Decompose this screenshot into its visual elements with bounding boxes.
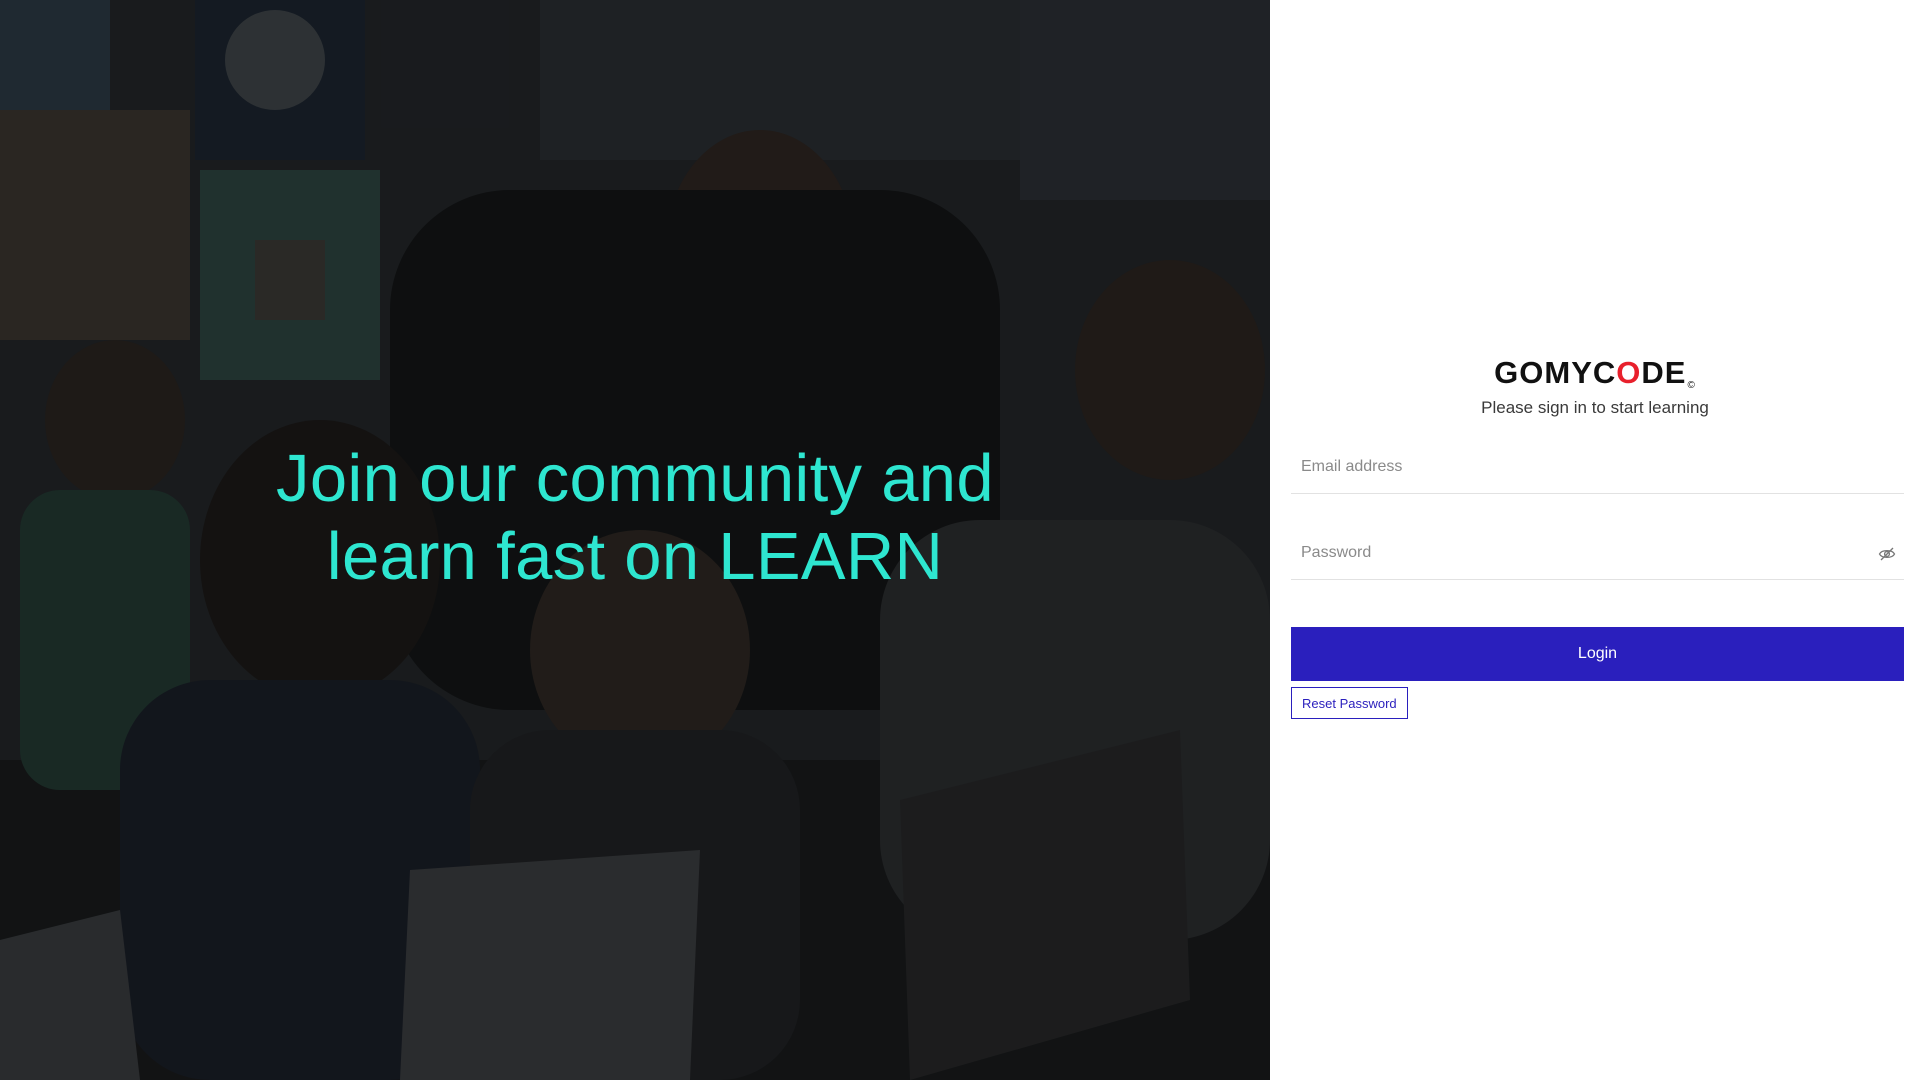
- logo-text-part1: GOMYC: [1494, 355, 1617, 390]
- login-subtitle: Please sign in to start learning: [1481, 398, 1709, 417]
- logo-text-part2: DE: [1641, 355, 1687, 390]
- eye-off-icon[interactable]: [1878, 545, 1896, 563]
- login-button[interactable]: Login: [1291, 627, 1904, 681]
- hero-panel: Join our community and learn fast on LEA…: [0, 0, 1270, 1080]
- email-field-wrapper: [1291, 443, 1904, 494]
- reset-password-button[interactable]: Reset Password: [1291, 687, 1408, 719]
- login-page: Join our community and learn fast on LEA…: [0, 0, 1920, 1080]
- hero-headline: Join our community and learn fast on LEA…: [180, 440, 1090, 596]
- gomycode-logo: GOMYCODE©: [1270, 355, 1920, 391]
- login-panel: GOMYCODE© Please sign in to start learni…: [1270, 0, 1920, 1080]
- logo-registered-mark: ©: [1687, 380, 1696, 391]
- email-input[interactable]: [1291, 443, 1871, 491]
- password-field-wrapper: [1291, 529, 1904, 580]
- hero-headline-line1: Join our community and: [276, 441, 994, 516]
- password-input[interactable]: [1291, 529, 1871, 577]
- hero-headline-line2: learn fast on LEARN: [326, 519, 944, 594]
- logo-accent-o: O: [1616, 355, 1642, 390]
